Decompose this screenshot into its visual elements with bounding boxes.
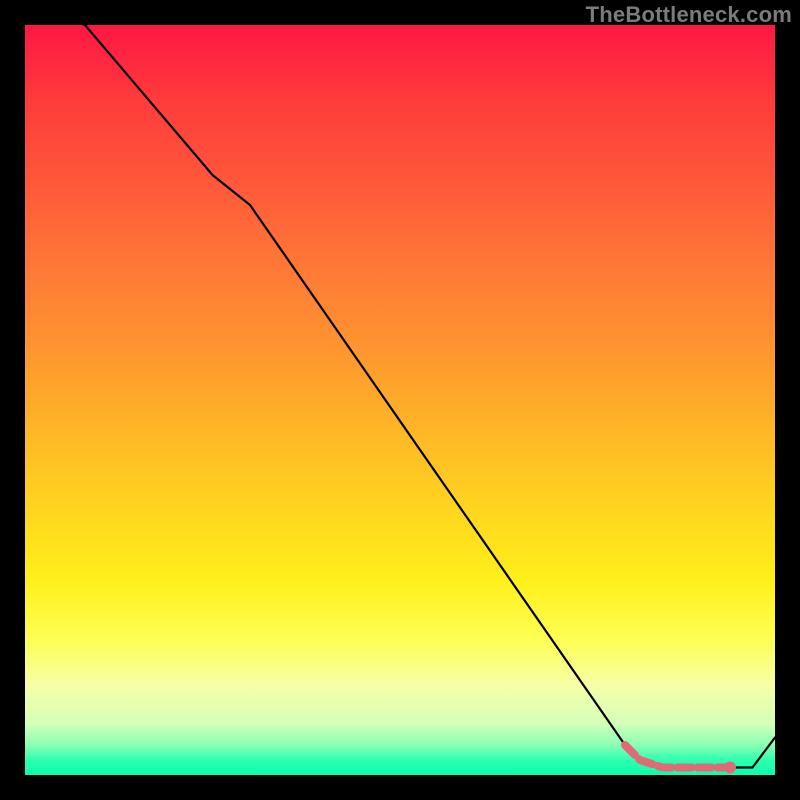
plot-area xyxy=(25,25,775,775)
curve-marker xyxy=(724,762,736,774)
highlight-segment xyxy=(625,745,730,768)
watermark-text: TheBottleneck.com xyxy=(586,2,792,28)
chart-svg xyxy=(25,25,775,775)
bottleneck-curve xyxy=(25,25,775,768)
chart-stage: TheBottleneck.com xyxy=(0,0,800,800)
